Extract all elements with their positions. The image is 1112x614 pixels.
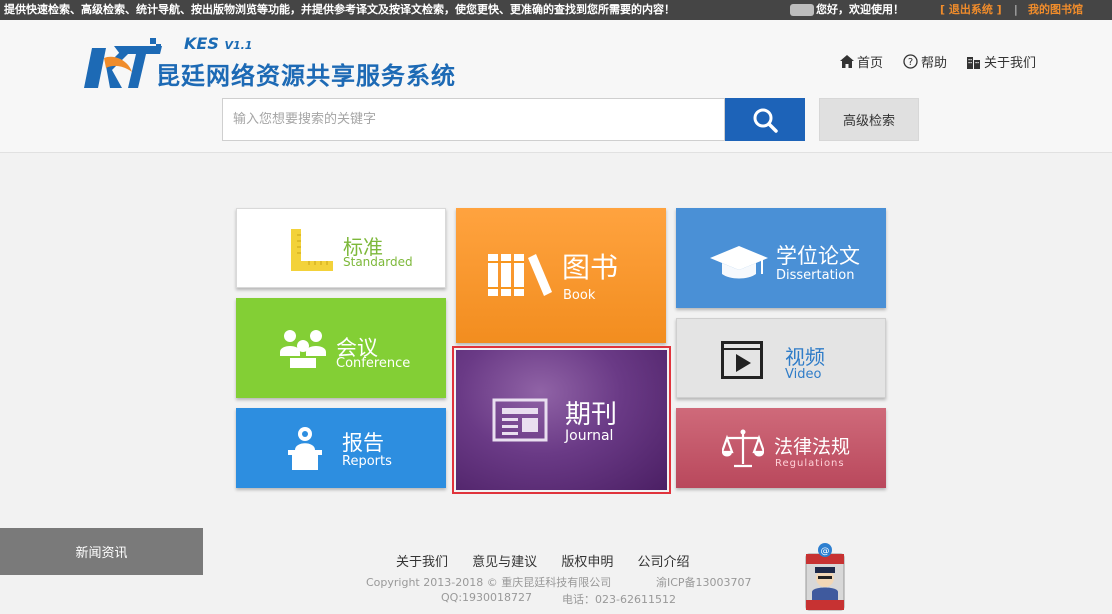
- tile-report-title: 报告: [342, 431, 384, 455]
- books-icon: [488, 254, 552, 296]
- newspaper-icon: [492, 398, 548, 442]
- video-player-icon: [721, 341, 763, 379]
- advanced-search-button[interactable]: 高级检索: [819, 98, 919, 141]
- tile-thesis-title: 学位论文: [776, 244, 860, 268]
- search-input[interactable]: [223, 99, 724, 140]
- copyright-text: Copyright 2013-2018 © 重庆昆廷科技有限公司: [366, 576, 612, 589]
- icp-number: 渝ICP备13003707: [656, 576, 752, 589]
- nav-home-label: 首页: [857, 56, 884, 71]
- nav-home[interactable]: 首页: [840, 52, 883, 71]
- footer-links: 关于我们 意见与建议 版权申明 公司介绍: [396, 551, 709, 570]
- graduation-cap-icon: [710, 246, 768, 279]
- tile-book-title: 图书: [562, 251, 619, 284]
- tile-report[interactable]: 报告 Reports: [236, 408, 446, 488]
- conference-icon: [280, 330, 326, 368]
- speaker-podium-icon: [288, 427, 322, 470]
- tile-book[interactable]: 图书 Book: [456, 208, 666, 343]
- ruler-icon: [291, 229, 333, 271]
- top-notice-bar: 提供快速检索、高级检索、统计导航、按出版物浏览等功能，并提供参考译文及按译文检索…: [0, 0, 1112, 20]
- tile-report-subtitle: Reports: [342, 454, 392, 469]
- greeting: 您好，欢迎使用！: [790, 0, 904, 20]
- tile-law-title: 法律法规: [774, 436, 851, 458]
- greeting-text: 您好，欢迎使用！: [816, 3, 904, 16]
- search-button[interactable]: [725, 98, 805, 141]
- product-version: KES V1.1: [184, 34, 252, 53]
- nav-about-label: 关于我们: [984, 56, 1037, 71]
- news-tab[interactable]: 新闻资讯: [0, 528, 203, 575]
- tile-journal-subtitle: Journal: [565, 428, 614, 444]
- building-icon: [967, 56, 980, 69]
- product-name: KES: [184, 34, 219, 53]
- logout-link[interactable]: [ 退出系统 ]: [940, 0, 1002, 20]
- tile-standard[interactable]: 标准 Standarded: [236, 208, 446, 288]
- notice-text: 提供快速检索、高级检索、统计导航、按出版物浏览等功能，并提供参考译文及按译文检索…: [4, 3, 675, 16]
- footer-link-copyright[interactable]: 版权申明: [561, 555, 613, 570]
- tile-standard-subtitle: Standarded: [343, 255, 413, 269]
- system-name: 昆廷网络资源共享服务系统: [156, 62, 456, 90]
- scales-of-justice-icon: [722, 429, 764, 468]
- tile-video-title: 视频: [785, 345, 825, 369]
- phone-number: 电话：023-62611512: [562, 593, 676, 606]
- version-label: V1.1: [224, 39, 253, 52]
- tile-conference-subtitle: Conference: [336, 356, 411, 371]
- footer-link-feedback[interactable]: 意见与建议: [472, 555, 537, 570]
- police-badge-icon[interactable]: @: [802, 542, 848, 612]
- tile-journal[interactable]: 期刊 Journal: [456, 350, 667, 490]
- kt-logo-icon: [84, 38, 162, 88]
- nav-help[interactable]: ? 帮助: [903, 52, 947, 71]
- svg-text:?: ?: [908, 57, 913, 68]
- tile-thesis-subtitle: Dissertation: [776, 268, 855, 283]
- search-box: [222, 98, 725, 141]
- nav-help-label: 帮助: [921, 56, 948, 71]
- search-icon: [753, 108, 778, 133]
- logo[interactable]: KES V1.1 昆廷网络资源共享服务系统: [84, 34, 484, 94]
- tile-video[interactable]: 视频 Video: [676, 318, 886, 398]
- footer-link-company[interactable]: 公司介绍: [637, 555, 689, 570]
- header: KES V1.1 昆廷网络资源共享服务系统 首页 ? 帮助 关于我们 高级检索: [0, 20, 1112, 153]
- tile-law-subtitle: Regulations: [775, 458, 845, 469]
- home-icon: [840, 55, 854, 68]
- tile-journal-title: 期刊: [565, 400, 618, 430]
- tile-video-subtitle: Video: [785, 367, 822, 382]
- footer-link-about[interactable]: 关于我们: [396, 555, 448, 570]
- tile-book-subtitle: Book: [563, 288, 596, 303]
- qq-number: QQ:1930018727: [441, 591, 533, 604]
- nav-about[interactable]: 关于我们: [966, 52, 1036, 71]
- my-library-link[interactable]: 我的图书馆: [1028, 0, 1083, 20]
- username-blurred: [790, 4, 814, 16]
- tile-law[interactable]: 法律法规 Regulations: [676, 408, 886, 488]
- svg-text:@: @: [821, 547, 830, 557]
- tile-conference[interactable]: 会议 Conference: [236, 298, 446, 398]
- help-icon: ?: [903, 54, 918, 69]
- topbar-separator: |: [1014, 3, 1018, 16]
- tile-thesis[interactable]: 学位论文 Dissertation: [676, 208, 886, 308]
